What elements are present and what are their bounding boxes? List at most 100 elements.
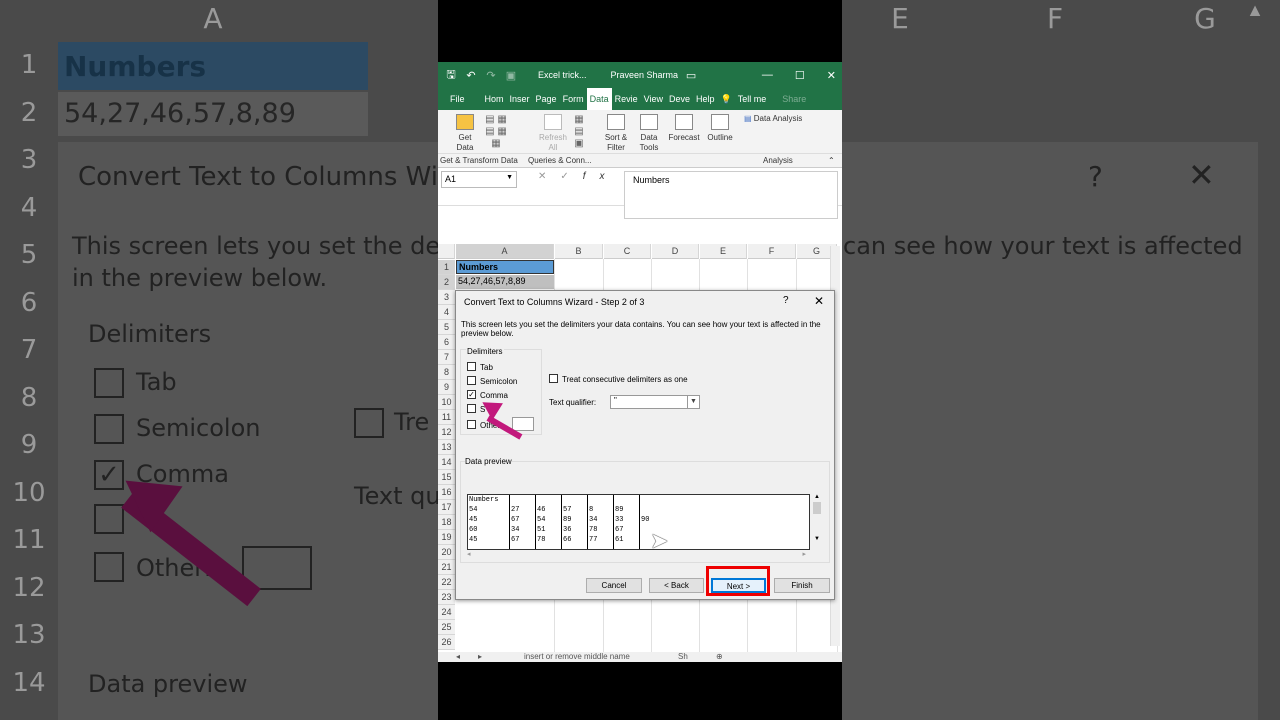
row-header[interactable]: 6 — [438, 335, 455, 350]
collapse-ribbon-icon[interactable]: ⌃ — [828, 156, 835, 165]
row-header[interactable]: 9 — [438, 380, 455, 395]
finish-button[interactable]: Finish — [774, 578, 830, 593]
select-all-corner[interactable] — [438, 244, 455, 259]
column-header[interactable]: F — [748, 244, 796, 259]
back-button[interactable]: < Back — [649, 578, 704, 593]
menu-developer[interactable]: Deve — [666, 88, 693, 110]
menu-help[interactable]: Help — [693, 88, 718, 110]
row-header[interactable]: 26 — [438, 635, 455, 650]
menu-tell-me[interactable]: Tell me — [735, 88, 770, 110]
row-header[interactable]: 1 — [438, 260, 455, 275]
row-header[interactable]: 10 — [438, 395, 455, 410]
row-header[interactable]: 14 — [438, 455, 455, 470]
menu-data[interactable]: Data — [586, 88, 612, 110]
from-text-icon[interactable]: ▤ ▦ — [482, 114, 510, 126]
menu-formulas[interactable]: Form — [560, 88, 587, 110]
preview-vertical-scrollbar[interactable]: ▲ ▼ — [811, 494, 823, 550]
add-sheet-icon[interactable]: ⊕ — [716, 652, 723, 661]
row-header[interactable]: 8 — [438, 365, 455, 380]
row-header[interactable]: 16 — [438, 485, 455, 500]
formula-input[interactable]: Numbers — [624, 171, 838, 219]
menu-review[interactable]: Revie — [612, 88, 641, 110]
row-header[interactable]: 7 — [438, 350, 455, 365]
row-header[interactable]: 2 — [438, 275, 455, 290]
prev-sheet-icon[interactable]: ◂ — [456, 652, 460, 661]
sheet-tab-2[interactable]: Sh — [678, 652, 688, 661]
menu-share[interactable]: Share — [779, 88, 809, 110]
get-data-button[interactable]: Get Data — [450, 114, 480, 153]
row-header[interactable]: 25 — [438, 620, 455, 635]
other-checkbox[interactable] — [467, 420, 476, 429]
row-header[interactable]: 17 — [438, 500, 455, 515]
refresh-all-button[interactable]: Refresh All — [536, 114, 570, 153]
enter-icon[interactable]: ✓ — [560, 171, 582, 182]
maximize-icon[interactable]: ☐ — [795, 69, 805, 82]
other-input[interactable] — [512, 417, 534, 431]
cancel-button[interactable]: Cancel — [586, 578, 642, 593]
row-header[interactable]: 11 — [438, 410, 455, 425]
menu-file[interactable]: File — [447, 88, 468, 110]
row-header[interactable]: 4 — [438, 305, 455, 320]
row-header[interactable]: 23 — [438, 590, 455, 605]
scroll-left-icon[interactable]: ◂ — [467, 551, 471, 558]
menu-home[interactable]: Hom — [482, 88, 507, 110]
data-analysis-button[interactable]: ▤ Data Analysis — [744, 114, 814, 124]
help-icon[interactable]: ? — [783, 295, 789, 306]
outline-button[interactable]: Outline — [704, 114, 736, 143]
name-box[interactable]: A1 ▼ — [441, 171, 517, 188]
chevron-down-icon[interactable]: ▼ — [506, 174, 513, 181]
undo-icon[interactable]: ↶ — [464, 69, 478, 82]
sheet-tab[interactable]: insert or remove middle name — [524, 652, 630, 661]
scroll-thumb[interactable] — [813, 502, 821, 514]
menu-page-layout[interactable]: Page — [533, 88, 560, 110]
row-header[interactable]: 12 — [438, 425, 455, 440]
scroll-right-icon[interactable]: ▸ — [802, 550, 806, 558]
semicolon-checkbox[interactable] — [467, 376, 476, 385]
row-header[interactable]: 22 — [438, 575, 455, 590]
cell-a1[interactable]: Numbers — [456, 260, 554, 274]
menu-insert[interactable]: Inser — [507, 88, 533, 110]
treat-consecutive-checkbox[interactable] — [549, 374, 558, 383]
text-qualifier-select[interactable]: " ▼ — [610, 395, 700, 409]
redo-icon[interactable]: ↷ — [484, 69, 498, 82]
data-tools-button[interactable]: Data Tools — [636, 114, 662, 153]
fx-icon[interactable]: fx — [583, 171, 619, 182]
row-header[interactable]: 24 — [438, 605, 455, 620]
next-sheet-icon[interactable]: ▸ — [478, 652, 482, 661]
row-header[interactable]: 21 — [438, 560, 455, 575]
preview-horizontal-scrollbar[interactable]: ◂ ▸ — [467, 550, 810, 558]
ribbon-display-icon[interactable]: ▭ — [684, 69, 698, 82]
column-header[interactable]: D — [652, 244, 699, 259]
minimize-icon[interactable]: — — [762, 69, 773, 82]
data-preview-table[interactable]: Numbers 54 45 60 45 27 67 34 67 46 54 51 78 57 89 36 66 8… — [467, 494, 810, 550]
column-header[interactable]: E — [700, 244, 747, 259]
from-table-icon[interactable]: ▦ — [482, 138, 510, 150]
forecast-button[interactable]: Forecast — [666, 114, 702, 143]
tab-checkbox[interactable] — [467, 362, 476, 371]
comma-checkbox[interactable]: ✓ — [467, 390, 476, 399]
row-header[interactable]: 13 — [438, 440, 455, 455]
row-header[interactable]: 19 — [438, 530, 455, 545]
row-header[interactable]: 20 — [438, 545, 455, 560]
save-icon[interactable]: 🖫 — [444, 66, 458, 85]
column-header[interactable]: A — [456, 244, 554, 259]
column-header[interactable]: B — [555, 244, 603, 259]
chevron-down-icon[interactable]: ▼ — [687, 396, 699, 408]
sort-filter-button[interactable]: Sort & Filter — [600, 114, 632, 153]
scroll-up-icon[interactable]: ▲ — [811, 494, 823, 500]
column-header[interactable]: C — [604, 244, 651, 259]
scroll-down-icon[interactable]: ▼ — [811, 536, 823, 542]
user-name[interactable]: Praveen Sharma — [611, 70, 679, 80]
row-header[interactable]: 5 — [438, 320, 455, 335]
row-header[interactable]: 18 — [438, 515, 455, 530]
close-icon[interactable]: ✕ — [827, 69, 836, 82]
menu-view[interactable]: View — [641, 88, 666, 110]
wizard-close-icon[interactable]: ✕ — [814, 294, 824, 308]
cell-a2[interactable]: 54,27,46,57,8,89 — [456, 275, 554, 289]
cancel-icon[interactable]: ✕ — [538, 171, 560, 182]
row-header[interactable]: 3 — [438, 290, 455, 305]
camera-icon[interactable]: ▣ — [504, 69, 518, 82]
row-header[interactable]: 15 — [438, 470, 455, 485]
from-web-icon[interactable]: ▤ ▦ — [482, 126, 510, 138]
space-checkbox[interactable] — [467, 404, 476, 413]
